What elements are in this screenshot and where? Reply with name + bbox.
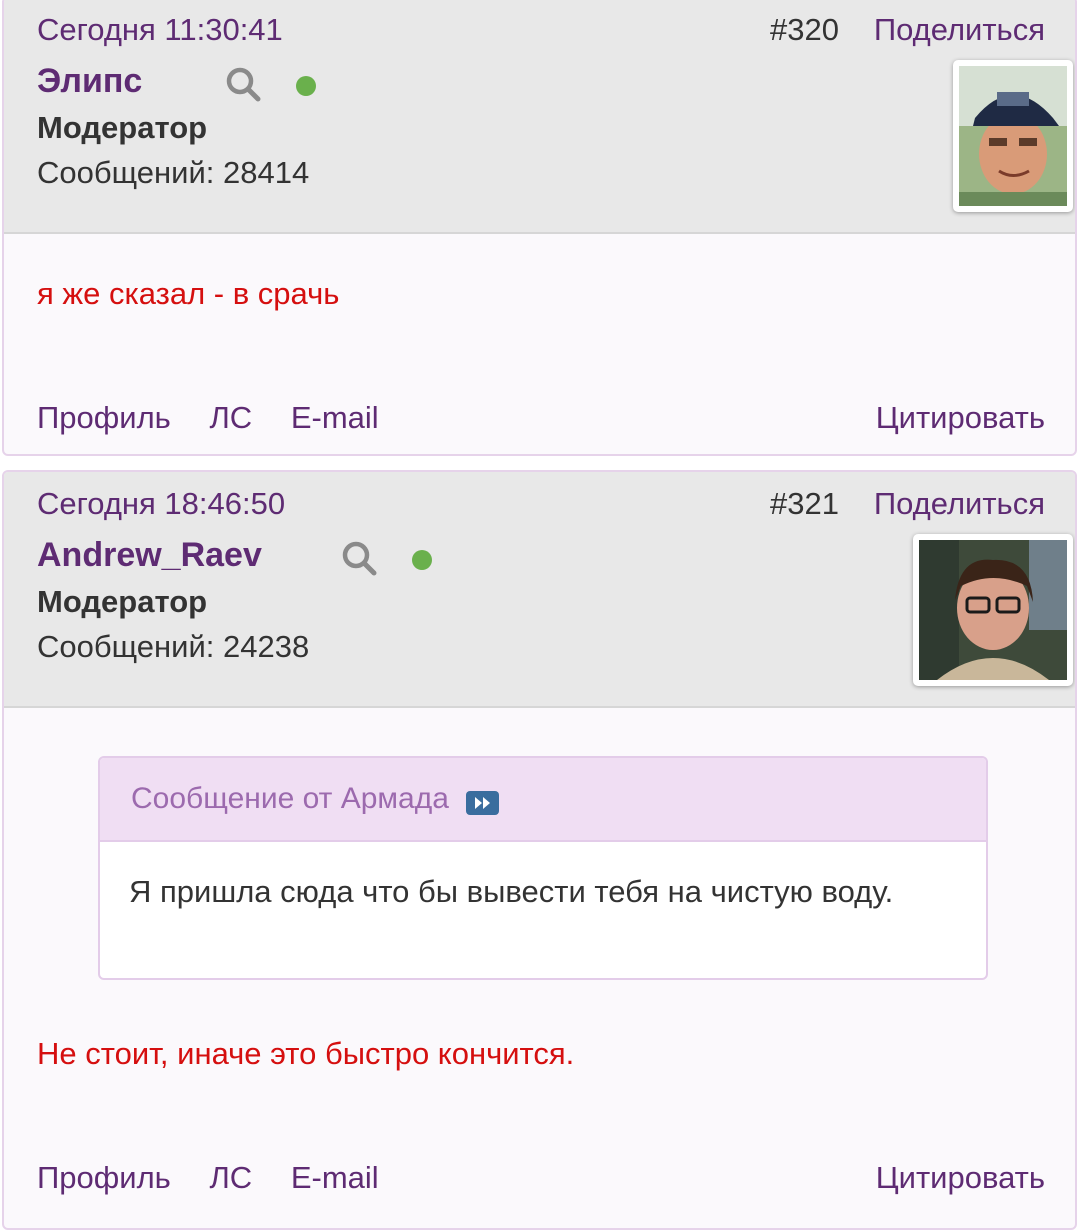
message-count: Сообщений: 28414 (37, 155, 310, 190)
online-indicator (296, 76, 316, 96)
user-role: Модератор (37, 110, 208, 145)
profile-link[interactable]: Профиль (37, 400, 171, 435)
quote-header: Сообщение от Армада (100, 758, 986, 842)
profile-link[interactable]: Профиль (37, 1160, 171, 1195)
goto-post-icon[interactable] (466, 791, 499, 815)
pm-link[interactable]: ЛС (209, 400, 252, 435)
post-date: Сегодня 18:46:50 (37, 486, 286, 521)
share-link[interactable]: Поделиться (874, 12, 1045, 48)
quote-author: Сообщение от Армада (131, 782, 449, 815)
share-link[interactable]: Поделиться (874, 486, 1045, 522)
post-number-link[interactable]: #320 (770, 12, 839, 48)
post-date: Сегодня 11:30:41 (37, 12, 283, 47)
post-actions: Профиль ЛС E-mail (37, 400, 409, 436)
quote-text: Я пришла сюда что бы вывести тебя на чис… (129, 874, 894, 909)
author-name-link[interactable]: Andrew_Raev (37, 536, 262, 575)
search-icon[interactable] (340, 539, 378, 577)
avatar[interactable] (913, 534, 1073, 686)
avatar-image (959, 66, 1067, 206)
post-number-link[interactable]: #321 (770, 486, 839, 522)
post-text: я же сказал - в срачь (37, 276, 340, 311)
search-icon[interactable] (224, 65, 262, 103)
post-header: Сегодня 18:46:50 #321 Поделиться Andrew_… (4, 472, 1075, 708)
email-link[interactable]: E-mail (291, 1160, 379, 1195)
user-role: Модератор (37, 584, 208, 619)
post-text: Не стоит, иначе это быстро кончится. (37, 1036, 575, 1071)
quote-block: Сообщение от Армада Я пришла сюда что бы… (98, 756, 988, 980)
avatar-image (919, 540, 1067, 680)
message-count: Сообщений: 24238 (37, 629, 310, 664)
avatar[interactable] (953, 60, 1073, 212)
pm-link[interactable]: ЛС (209, 1160, 252, 1195)
post-header: Сегодня 11:30:41 #320 Поделиться Элипс М… (4, 0, 1075, 234)
online-indicator (412, 550, 432, 570)
author-name-link[interactable]: Элипс (37, 62, 142, 101)
quote-button[interactable]: Цитировать (876, 1160, 1045, 1196)
post-320: Сегодня 11:30:41 #320 Поделиться Элипс М… (2, 0, 1077, 456)
quote-button[interactable]: Цитировать (876, 400, 1045, 436)
post-actions: Профиль ЛС E-mail (37, 1160, 409, 1196)
post-321: Сегодня 18:46:50 #321 Поделиться Andrew_… (2, 470, 1077, 1230)
email-link[interactable]: E-mail (291, 400, 379, 435)
